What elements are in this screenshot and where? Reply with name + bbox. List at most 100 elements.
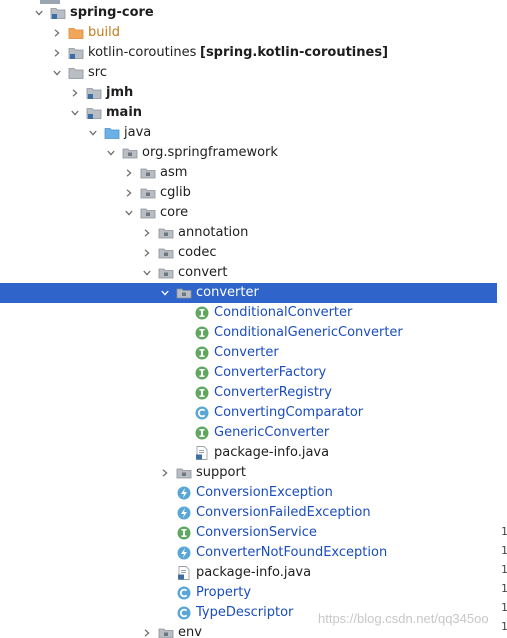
tree-node-label: asm: [160, 165, 188, 180]
package-icon: [158, 265, 174, 281]
gutter-line-number: 1: [501, 544, 507, 557]
tree-node-label: org.springframework: [142, 145, 278, 160]
module-icon: [68, 45, 84, 61]
tree-node-conversionexception[interactable]: ConversionException: [0, 483, 497, 503]
gutter-line-number: 1: [501, 620, 507, 633]
tree-node-main[interactable]: main: [0, 103, 497, 123]
class-icon: [176, 605, 192, 621]
gutter-line-number: 1: [501, 563, 507, 576]
chevron-right-icon[interactable]: [140, 223, 154, 243]
package-icon: [140, 165, 156, 181]
watermark: https://blog.csdn.net/qq345oo: [318, 611, 489, 626]
tree-node-org-springframework[interactable]: org.springframework: [0, 143, 497, 163]
tree-node-convertingcomparator[interactable]: ConvertingComparator: [0, 403, 497, 423]
source-folder-icon: [86, 85, 102, 101]
tree-node-conditionalconverter[interactable]: ConditionalConverter: [0, 303, 497, 323]
module-icon: [50, 5, 66, 21]
chevron-right-icon[interactable]: [122, 163, 136, 183]
chevron-down-icon[interactable]: [50, 63, 64, 83]
package-icon: [158, 225, 174, 241]
tree-node-converter[interactable]: Converter: [0, 343, 497, 363]
tree-node-converter[interactable]: converter: [0, 283, 497, 303]
chevron-right-icon[interactable]: [140, 623, 154, 638]
tree-node-converterfactory[interactable]: ConverterFactory: [0, 363, 497, 383]
tree-node-label: converter: [196, 285, 259, 300]
chevron-down-icon[interactable]: [104, 143, 118, 163]
tree-node-support[interactable]: support: [0, 463, 497, 483]
interface-icon: [194, 305, 210, 321]
tree-node-src[interactable]: src: [0, 63, 497, 83]
tree-node-kotlin-coroutines[interactable]: kotlin-coroutines [spring.kotlin-coroutin…: [0, 43, 497, 63]
tree-node-label: ConditionalGenericConverter: [214, 325, 403, 340]
tree-node-label: jmh: [106, 85, 134, 100]
tree-node-annotation[interactable]: annotation: [0, 223, 497, 243]
tree-node-label: Converter: [214, 345, 279, 360]
tree-node-property[interactable]: Property: [0, 583, 497, 603]
chevron-down-icon[interactable]: [140, 263, 154, 283]
tree-node-cglib[interactable]: cglib: [0, 183, 497, 203]
package-icon: [140, 185, 156, 201]
interface-icon: [194, 425, 210, 441]
project-tree[interactable]: spring-core build kotlin-coroutines [spring…: [0, 0, 497, 638]
tree-node-label: build: [88, 25, 120, 40]
tree-node-codec[interactable]: codec: [0, 243, 497, 263]
chevron-right-icon[interactable]: [50, 23, 64, 43]
chevron-down-icon[interactable]: [158, 283, 172, 303]
tree-node-converterregistry[interactable]: ConverterRegistry: [0, 383, 497, 403]
tree-node-label: annotation: [178, 225, 249, 240]
tree-node-package-info-java[interactable]: package-info.java: [0, 563, 497, 583]
tree-node-label: kotlin-coroutines: [88, 45, 197, 60]
chevron-right-icon[interactable]: [68, 83, 82, 103]
chevron-down-icon[interactable]: [32, 3, 46, 23]
exception-icon: [176, 505, 192, 521]
gutter-line-number: 1: [501, 582, 507, 595]
folder-icon: [68, 65, 84, 81]
package-icon: [122, 145, 138, 161]
tree-node-jmh[interactable]: jmh: [0, 83, 497, 103]
package-icon: [158, 625, 174, 638]
chevron-right-icon[interactable]: [50, 43, 64, 63]
source-root-icon: [104, 125, 120, 141]
chevron-right-icon[interactable]: [140, 243, 154, 263]
tree-node-label: spring-core: [70, 5, 154, 20]
tree-node-spring-core[interactable]: spring-core: [0, 3, 497, 23]
tree-node-convert[interactable]: convert: [0, 263, 497, 283]
tree-node-label: java: [124, 125, 152, 140]
class-icon: [194, 405, 210, 421]
tree-node-label: ConverterNotFoundException: [196, 545, 388, 560]
tree-node-label: codec: [178, 245, 217, 260]
tree-node-label: ConverterFactory: [214, 365, 327, 380]
editor-gutter: 1 1 1 1 1 1: [497, 0, 507, 638]
tree-node-label: ConversionService: [196, 525, 317, 540]
tree-node-converternotfoundexception[interactable]: ConverterNotFoundException: [0, 543, 497, 563]
tree-node-conversionfailedexception[interactable]: ConversionFailedException: [0, 503, 497, 523]
exception-icon: [176, 485, 192, 501]
chevron-down-icon[interactable]: [68, 103, 82, 123]
chevron-down-icon[interactable]: [86, 123, 100, 143]
tree-node-label: support: [196, 465, 246, 480]
tree-node-label: cglib: [160, 185, 191, 200]
tree-node-label: ConversionException: [196, 485, 333, 500]
tree-node-conditionalgenericconverter[interactable]: ConditionalGenericConverter: [0, 323, 497, 343]
gutter-line-number: 1: [501, 525, 507, 538]
tree-node-conversionservice[interactable]: ConversionService: [0, 523, 497, 543]
class-icon: [176, 585, 192, 601]
exception-icon: [176, 545, 192, 561]
chevron-down-icon[interactable]: [122, 203, 136, 223]
tree-node-label: env: [178, 625, 202, 638]
package-icon: [176, 285, 192, 301]
tree-node-package-info-java[interactable]: package-info.java: [0, 443, 497, 463]
tree-node-label: convert: [178, 265, 228, 280]
gutter-line-number: 1: [501, 601, 507, 614]
chevron-right-icon[interactable]: [158, 463, 172, 483]
tree-node-core[interactable]: core: [0, 203, 497, 223]
tree-node-genericconverter[interactable]: GenericConverter: [0, 423, 497, 443]
tree-node-label: package-info.java: [214, 445, 330, 460]
tree-node-java[interactable]: java: [0, 123, 497, 143]
tree-node-label: main: [106, 105, 143, 120]
tree-node-build[interactable]: build: [0, 23, 497, 43]
tree-node-module-suffix: [spring.kotlin-coroutines]: [200, 45, 389, 60]
chevron-right-icon[interactable]: [122, 183, 136, 203]
tree-node-asm[interactable]: asm: [0, 163, 497, 183]
java-file-icon: [176, 565, 192, 581]
